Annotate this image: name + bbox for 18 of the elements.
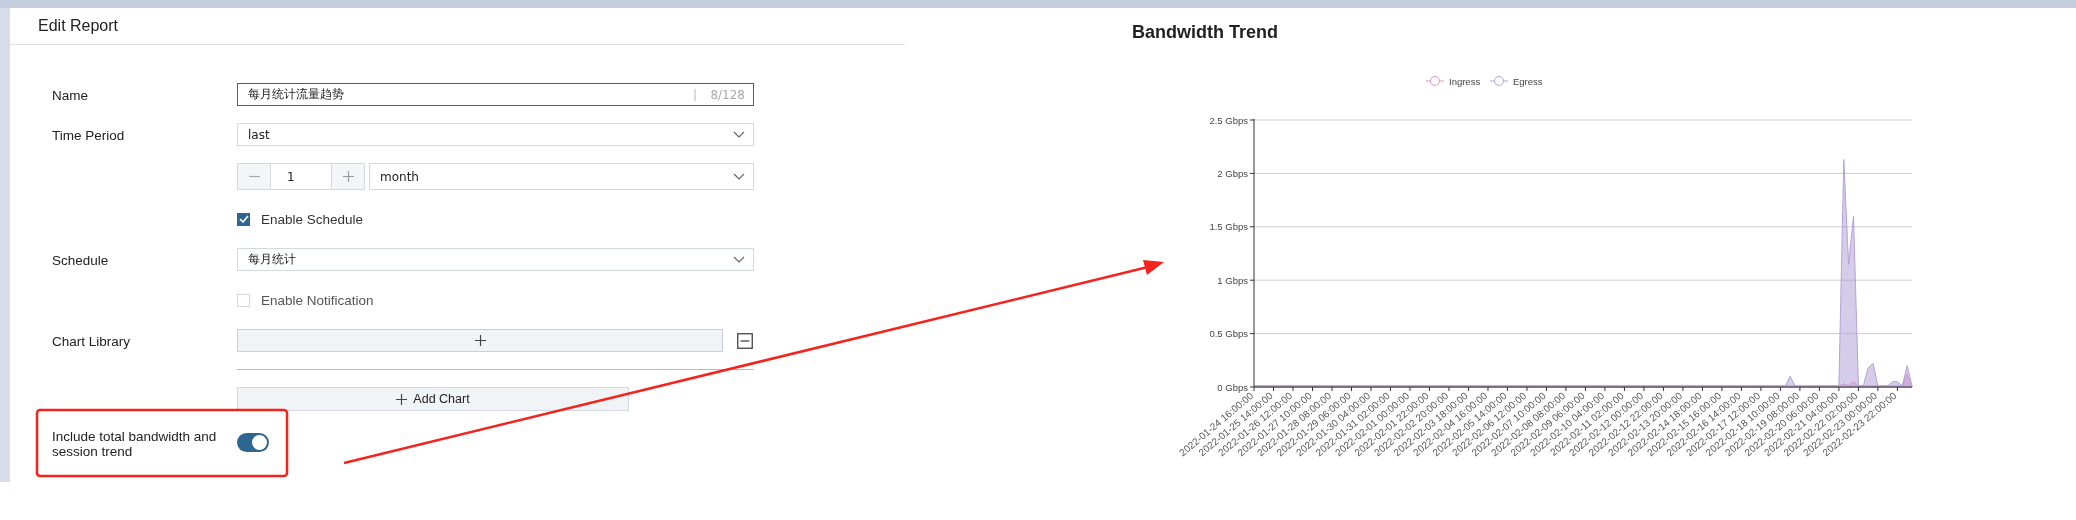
field-label: Include total bandwidth and session trend — [52, 429, 218, 459]
checkbox-label: Enable Schedule — [261, 211, 364, 227]
chart-title: Bandwidth Trend — [1131, 22, 1279, 44]
field-label: Schedule — [52, 253, 109, 268]
axis-label: 1 Gbps — [1217, 274, 1248, 286]
character-counter: 8/128 — [710, 87, 745, 102]
legend-label: Egress — [1513, 75, 1543, 87]
panel-title: Edit Report — [38, 17, 119, 35]
axis-label: 2 Gbps — [1217, 167, 1248, 179]
checkbox-label: Enable Notification — [261, 292, 374, 308]
axis-label: 2.5 Gbps — [1209, 114, 1248, 126]
axis-label: 0.5 Gbps — [1209, 328, 1248, 340]
field-label: Chart Library — [52, 334, 131, 349]
axis-label: 0 Gbps — [1217, 381, 1248, 393]
field-label: Name — [52, 88, 88, 103]
field-label: Time Period — [52, 128, 125, 143]
legend-label: Ingress — [1449, 75, 1481, 87]
axis-label: 1.5 Gbps — [1209, 221, 1248, 233]
